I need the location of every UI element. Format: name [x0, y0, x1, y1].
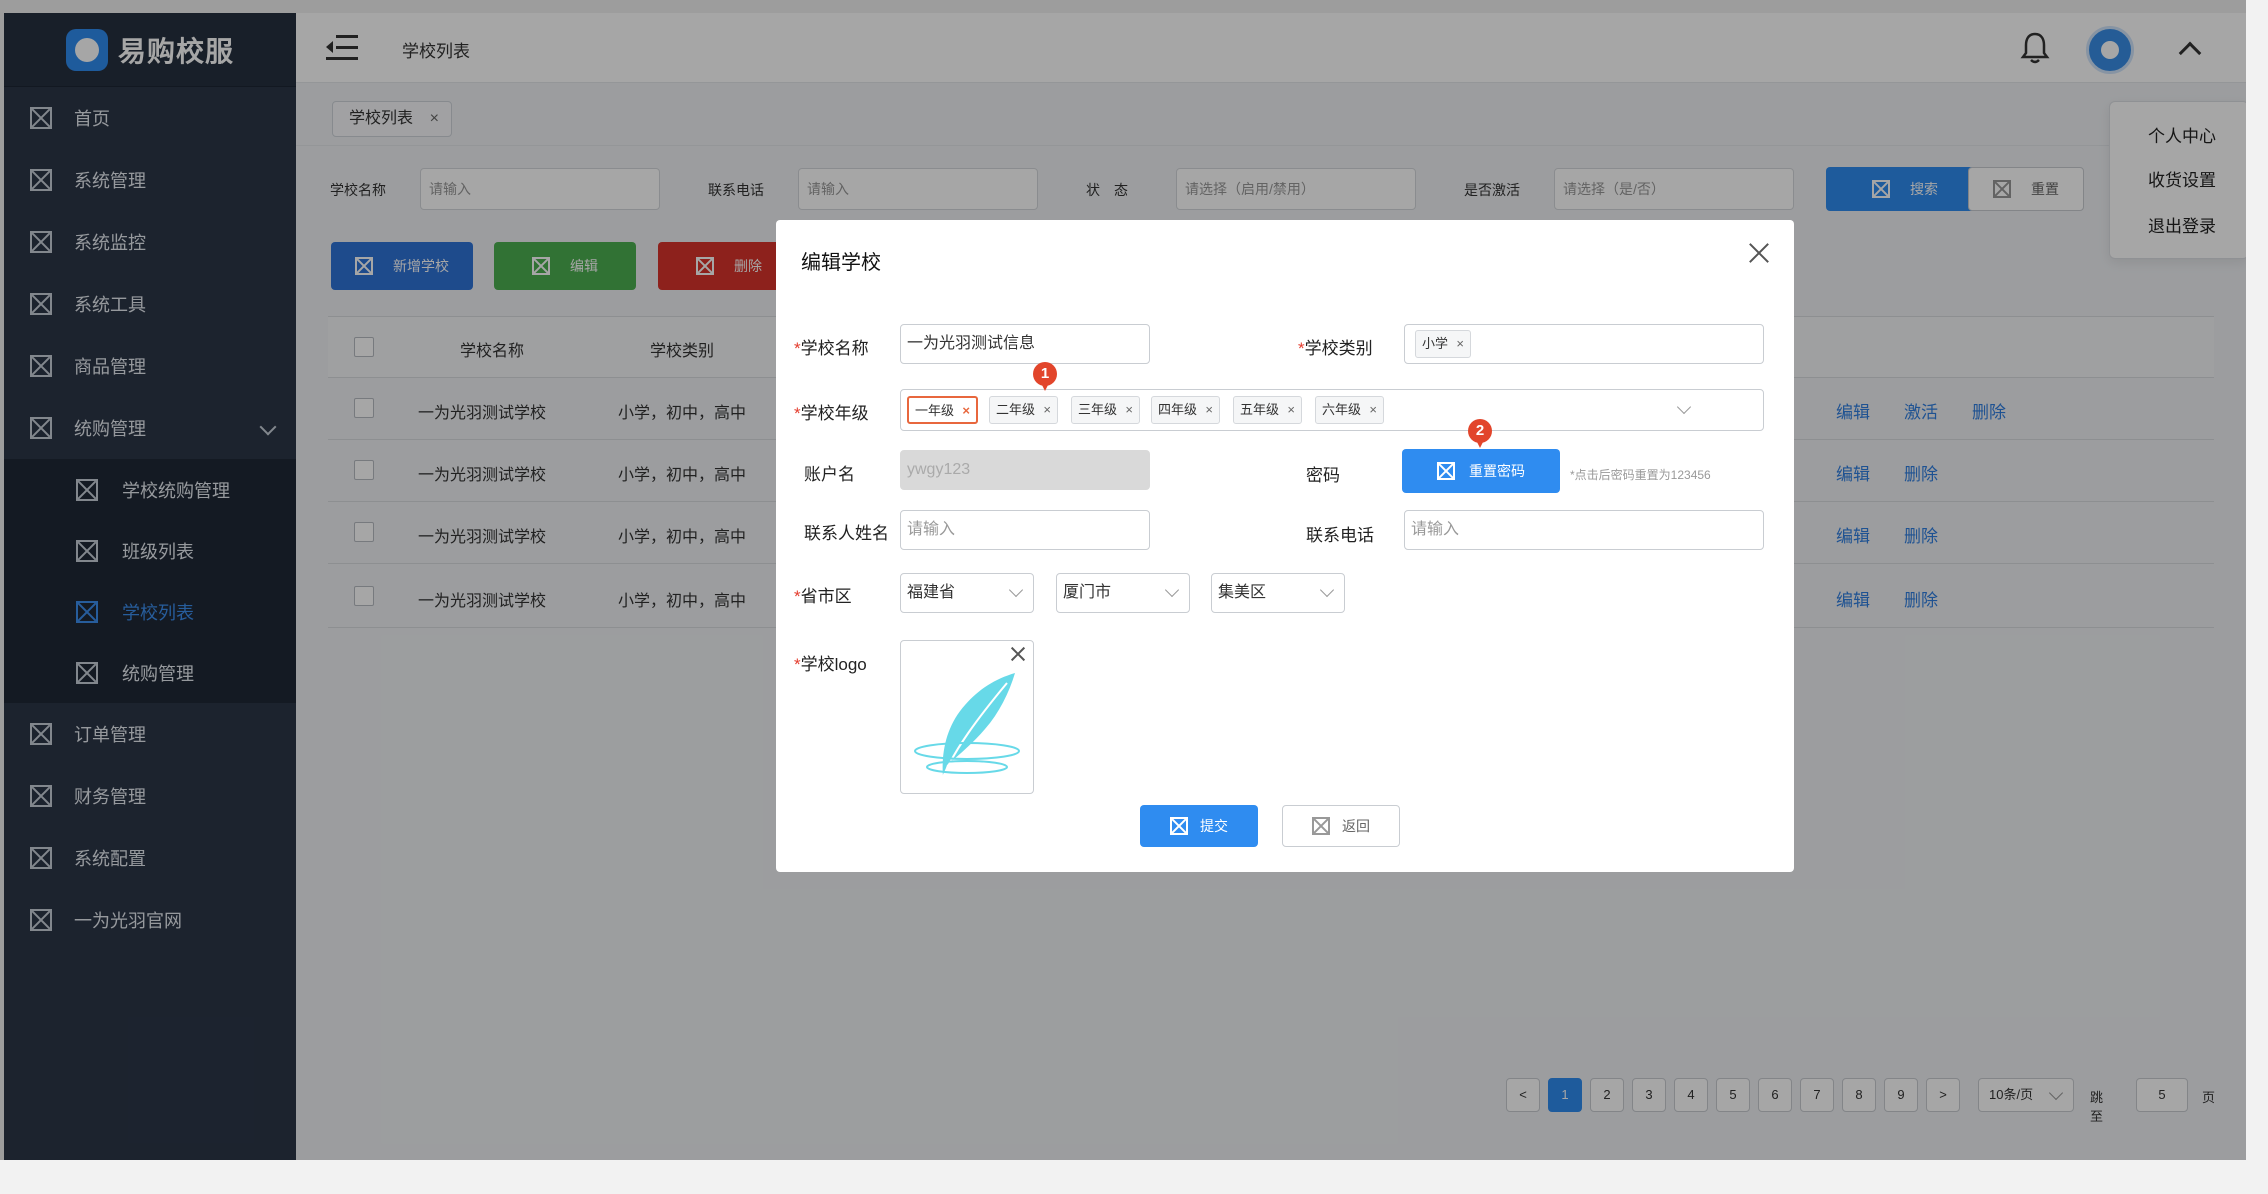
tag-close-icon[interactable]: ×	[1125, 397, 1133, 423]
chevron-down-icon	[1319, 582, 1335, 598]
chevron-down-icon	[1164, 582, 1180, 598]
grade-tag: 三年级 ×	[1071, 396, 1141, 424]
tag-close-icon[interactable]: ×	[1369, 397, 1377, 423]
label-region: *省市区	[794, 587, 852, 606]
tag-close-icon[interactable]: ×	[962, 398, 970, 424]
grades-select[interactable]: 一年级 × 二年级 × 三年级 × 四年级 × 五年级 × 六年级 ×	[900, 389, 1764, 431]
bottom-strip	[0, 1160, 2268, 1194]
submit-icon	[1170, 817, 1188, 835]
feather-logo-icon	[914, 673, 1020, 778]
submit-label: 提交	[1200, 818, 1228, 834]
annotation-marker-1: 1	[1033, 362, 1057, 392]
label-school-name: *学校名称	[794, 339, 869, 358]
tag-close-icon[interactable]: ×	[1205, 397, 1213, 423]
reset-password-label: 重置密码	[1469, 463, 1525, 479]
label-logo: *学校logo	[794, 655, 867, 674]
annotation-marker-2: 2	[1468, 419, 1492, 449]
tag-close-icon[interactable]: ×	[1287, 397, 1295, 423]
logo-upload[interactable]	[900, 640, 1034, 794]
close-icon[interactable]	[1746, 240, 1772, 266]
grade-tag: 五年级 ×	[1233, 396, 1303, 424]
back-label: 返回	[1342, 818, 1370, 834]
contact-name-input[interactable]: 请输入	[900, 510, 1150, 550]
grade-tag: 六年级 ×	[1315, 396, 1385, 424]
reset-password-button[interactable]: 重置密码	[1402, 449, 1560, 493]
province-select[interactable]: 福建省	[900, 573, 1034, 613]
chevron-down-icon	[1008, 582, 1024, 598]
tag-close-icon[interactable]: ×	[1043, 397, 1051, 423]
password-hint: *点击后密码重置为123456	[1570, 468, 1711, 482]
label-password: 密码	[1306, 466, 1340, 485]
tag-close-icon[interactable]: ×	[1456, 331, 1464, 357]
school-name-input[interactable]: 一为光羽测试信息	[900, 324, 1150, 364]
back-icon	[1312, 817, 1330, 835]
right-strip	[2246, 0, 2268, 1194]
city-select[interactable]: 厦门市	[1056, 573, 1190, 613]
grade-tag: 一年级 ×	[907, 396, 979, 424]
submit-button[interactable]: 提交	[1140, 805, 1258, 847]
account-input: ywgy123	[900, 450, 1150, 490]
grade-tag: 四年级 ×	[1151, 396, 1221, 424]
label-school-type: *学校类别	[1298, 339, 1373, 358]
school-type-tag: 小学 ×	[1415, 330, 1472, 358]
back-button[interactable]: 返回	[1282, 805, 1400, 847]
district-select[interactable]: 集美区	[1211, 573, 1345, 613]
edit-school-dialog: 编辑学校 *学校名称 一为光羽测试信息 *学校类别 小学 × *学校年级 一年级 ×…	[776, 220, 1794, 872]
dialog-title: 编辑学校	[801, 252, 881, 274]
label-contact-name: 联系人姓名	[804, 524, 889, 543]
label-grades: *学校年级	[794, 404, 869, 423]
chevron-down-icon	[1676, 399, 1692, 415]
contact-phone-input[interactable]: 请输入	[1404, 510, 1764, 550]
reset-icon	[1437, 462, 1455, 480]
remove-logo-icon[interactable]	[1009, 645, 1027, 663]
grade-tag: 二年级 ×	[989, 396, 1059, 424]
label-account: 账户名	[804, 465, 855, 484]
school-type-select[interactable]: 小学 ×	[1404, 324, 1764, 364]
label-contact-phone: 联系电话	[1306, 526, 1374, 545]
